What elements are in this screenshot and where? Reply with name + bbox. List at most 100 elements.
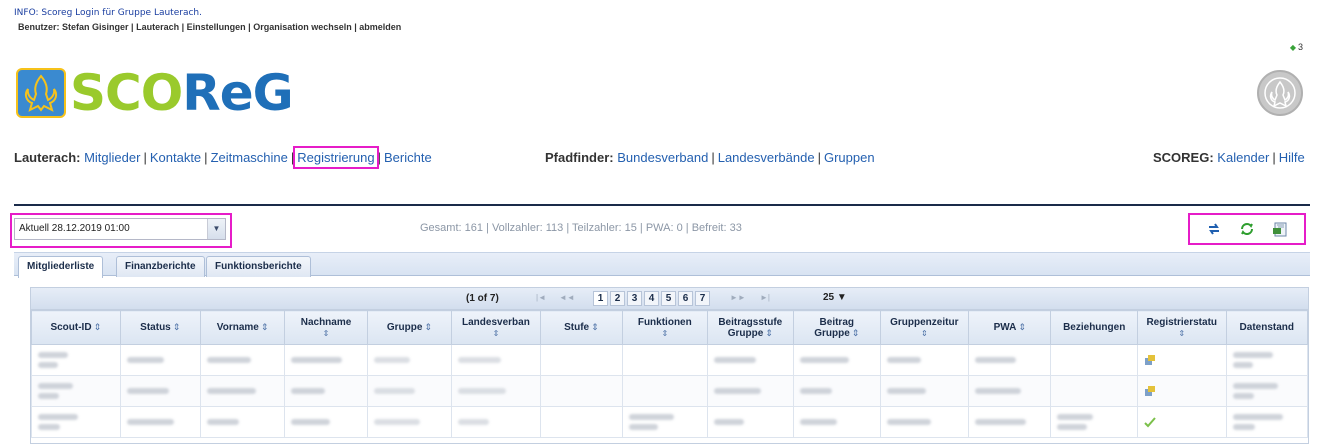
first-page-icon[interactable]: |◄ [536,293,546,302]
column-header[interactable]: PWA ⇕ [968,310,1052,345]
sort-arrows-icon[interactable]: ⇕ [1018,322,1026,332]
tab-finanzberichte[interactable]: Finanzberichte [116,256,205,277]
column-header[interactable]: Vorname ⇕ [199,310,286,345]
column-header[interactable]: Gruppe ⇕ [366,310,453,345]
redacted-value [800,357,850,363]
table-row[interactable] [31,344,1309,376]
nav-link-gruppen[interactable]: Gruppen [824,150,875,165]
column-header[interactable]: Stufe ⇕ [539,310,624,345]
column-header[interactable]: Status ⇕ [119,310,201,345]
sync-green-icon[interactable] [1239,221,1255,237]
redacted-value [373,419,420,425]
redacted-value [458,357,502,363]
column-header[interactable]: Registrierstatu ⇕ [1136,310,1227,345]
last-page-icon[interactable]: ►| [760,293,770,302]
user-link-settings[interactable]: Einstellungen [187,22,246,32]
date-select[interactable]: Aktuell 28.12.2019 01:00 ▼ [14,218,226,240]
redacted-value [629,414,675,420]
nav-link-hilfe[interactable]: Hilfe [1279,150,1305,165]
redacted-value [1232,414,1283,420]
registration-pending-icon [1144,385,1156,397]
table-cell [793,406,881,438]
scoreg-logo[interactable]: SCOReG [16,68,294,118]
page-button[interactable]: 3 [627,291,642,306]
sort-arrows-icon[interactable]: ⇕ [454,328,538,339]
sort-arrows-icon[interactable]: ⇕ [261,322,269,332]
column-header[interactable]: Funktionen ⇕ [622,310,708,345]
page-button[interactable]: 1 [593,291,608,306]
tab-mitgliederliste[interactable]: Mitgliederliste [18,256,104,278]
redacted-value [1057,424,1088,430]
date-select-value: Aktuell 28.12.2019 01:00 [19,223,130,234]
nav-link-mitglieder[interactable]: Mitglieder [84,150,140,165]
redacted-value [975,388,1022,394]
nav-link-bundesverband[interactable]: Bundesverband [617,150,708,165]
sort-arrows-icon[interactable]: ⇕ [173,322,181,332]
rows-per-page-select[interactable]: 25 ▼ [823,292,847,303]
sort-arrows-icon[interactable]: ⇕ [424,322,432,332]
redacted-value [800,419,838,425]
user-link-logout[interactable]: abmelden [359,22,401,32]
sort-arrows-icon[interactable]: ⇕ [883,328,967,339]
chevron-down-icon[interactable]: ▼ [207,219,225,239]
export-icon[interactable] [1272,221,1288,237]
page-button[interactable]: 2 [610,291,625,306]
nav-link-landesverbaende[interactable]: Landesverbände [718,150,815,165]
sort-arrows-icon[interactable]: ⇕ [1140,328,1224,339]
online-dot-icon: ◆ [1289,43,1296,52]
table-cell [879,406,970,438]
redacted-value [291,419,331,425]
column-header[interactable]: Landesverban ⇕ [451,310,541,345]
nav-link-berichte[interactable]: Berichte [384,150,432,165]
column-header[interactable]: Gruppenzeitur ⇕ [879,310,970,345]
nav-link-kalender[interactable]: Kalender [1217,150,1269,165]
page-button[interactable]: 5 [661,291,676,306]
tab-funktionsberichte[interactable]: Funktionsberichte [206,256,311,277]
user-link-switch-org[interactable]: Organisation wechseln [253,22,352,32]
nav-link-kontakte[interactable]: Kontakte [150,150,201,165]
nav-group-scoreg: SCOREG: Kalender | Hilfe [1153,150,1305,165]
table-cell [793,375,881,407]
column-header[interactable]: Beitragsstufe Gruppe ⇕ [706,310,795,345]
sort-arrows-icon[interactable]: ⇕ [625,328,704,339]
column-header[interactable]: Beitrag Gruppe ⇕ [793,310,881,345]
table-cell [793,344,881,376]
redacted-value [38,393,59,399]
column-header[interactable]: Scout-ID ⇕ [31,310,121,345]
table-cell [622,406,708,438]
table-cell [539,375,624,407]
redacted-value [38,424,60,430]
page-button[interactable]: 6 [678,291,693,306]
redacted-value [886,388,926,394]
sort-arrows-icon[interactable]: ⇕ [94,322,102,332]
organization-seal-icon [1257,70,1303,116]
redacted-value [458,419,490,425]
next-page-icon[interactable]: ►► [730,293,746,302]
user-link-lauterach[interactable]: Lauterach [136,22,179,32]
table-row[interactable] [31,375,1309,407]
nav-title-lauterach: Lauterach: [14,150,81,165]
page-button[interactable]: 4 [644,291,659,306]
table-cell [31,406,121,438]
sort-arrows-icon[interactable]: ⇕ [852,328,860,338]
table-row[interactable] [31,406,1309,438]
sort-arrows-icon[interactable]: ⇕ [591,322,599,332]
table-cell [284,375,368,407]
table-cell [968,375,1052,407]
table-cell [879,344,970,376]
prev-page-icon[interactable]: ◄◄ [559,293,575,302]
info-message: INFO: Scoreg Login für Gruppe Lauterach. [14,8,202,18]
table-cell [706,375,795,407]
sort-arrows-icon[interactable]: ⇕ [765,328,773,338]
nav-link-zeitmaschine[interactable]: Zeitmaschine [211,150,288,165]
refresh-arrows-icon[interactable] [1206,221,1222,237]
page-button[interactable]: 7 [695,291,710,306]
nav-group-lauterach: Lauterach: Mitglieder | Kontakte | Zeitmasch… [14,146,432,169]
members-table: Scout-ID ⇕ Status ⇕ Vorname ⇕ Nachname ⇕ Gruppe ⇕… [31,310,1309,438]
table-cell [366,375,453,407]
nav-link-registrierung[interactable]: Registrierung [293,146,379,169]
column-header[interactable]: Nachname ⇕ [284,310,368,345]
sort-arrows-icon[interactable]: ⇕ [287,328,364,339]
table-cell [968,344,1052,376]
redacted-value [975,419,1027,425]
